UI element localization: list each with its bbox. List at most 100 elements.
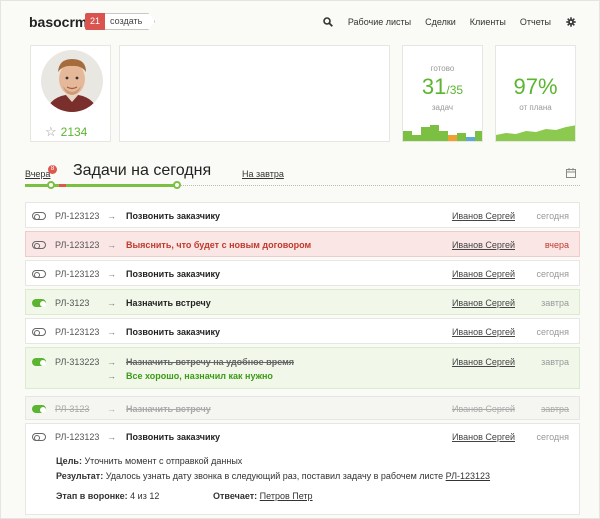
star-icon[interactable]: ☆ bbox=[45, 124, 57, 140]
tasks-done-caption: готово bbox=[430, 64, 455, 73]
task-due: завтра bbox=[541, 357, 569, 367]
plan-card: 97% от плана bbox=[495, 45, 576, 142]
task-owner[interactable]: Иванов Сергей bbox=[452, 430, 515, 444]
task-row[interactable]: РЛ-3123 → Назначить встречу Иванов Серге… bbox=[25, 396, 580, 420]
task-toggle[interactable] bbox=[32, 299, 46, 307]
task-title[interactable]: Позвонить заказчику bbox=[126, 325, 220, 339]
task-toggle[interactable] bbox=[32, 212, 46, 220]
tasks-done-value: 31/35 bbox=[421, 74, 464, 99]
app-logo[interactable]: basocrm bbox=[29, 14, 87, 30]
task-stage: Этап в воронке: 4 из 12 bbox=[56, 491, 160, 501]
nav-clients[interactable]: Клиенты bbox=[470, 17, 506, 27]
task-row[interactable]: РЛ-123123 → Позвонить заказчику Иванов С… bbox=[25, 260, 580, 286]
task-toggle[interactable] bbox=[32, 358, 46, 366]
gear-icon[interactable] bbox=[565, 16, 577, 28]
task-due: завтра bbox=[541, 298, 569, 308]
task-code[interactable]: РЛ-123123 bbox=[55, 209, 99, 223]
task-result-detail: Результат: Удалось узнать дату звонка в … bbox=[56, 471, 491, 481]
task-code[interactable]: РЛ-123123 bbox=[55, 267, 99, 281]
day-track-overdue bbox=[59, 184, 66, 187]
task-code[interactable]: РЛ-3123 bbox=[55, 402, 89, 416]
top-bar: basocrm 21 создать Рабочие листы Сделки … bbox=[1, 1, 599, 43]
task-title[interactable]: Позвонить заказчику bbox=[126, 209, 220, 223]
rating: ☆ 2134 bbox=[45, 124, 87, 140]
task-title[interactable]: Назначить встречу на удобное время bbox=[126, 355, 294, 369]
task-title[interactable]: Назначить встречу bbox=[126, 402, 211, 416]
nav-worksheets[interactable]: Рабочие листы bbox=[348, 17, 411, 27]
plan-value: 97% bbox=[513, 74, 558, 99]
task-row[interactable]: РЛ-123123 → Позвонить заказчику Иванов С… bbox=[25, 318, 580, 344]
task-due: вчера bbox=[544, 240, 569, 250]
task-code[interactable]: РЛ-123123 bbox=[55, 325, 99, 339]
task-code[interactable]: РЛ-313223 bbox=[55, 355, 99, 369]
task-row[interactable]: РЛ-123123 → Выяснить, что будет с новым … bbox=[25, 231, 580, 257]
task-toggle[interactable] bbox=[32, 328, 46, 336]
nav-reports[interactable]: Отчеты bbox=[520, 17, 551, 27]
plan-sub: от плана bbox=[519, 103, 552, 112]
arrow-icon: → bbox=[107, 240, 116, 250]
tasks-done-sub: задач bbox=[431, 103, 454, 112]
plan-chart bbox=[496, 125, 575, 141]
task-owner[interactable]: Иванов Сергей bbox=[452, 296, 515, 310]
task-due: сегодня bbox=[536, 432, 570, 442]
task-toggle[interactable] bbox=[32, 241, 46, 249]
task-owner[interactable]: Иванов Сергей bbox=[452, 267, 515, 281]
create-button[interactable]: 21 создать bbox=[85, 13, 156, 30]
arrow-icon: → bbox=[107, 269, 116, 279]
task-row[interactable]: РЛ-313223 → Назначить встречу на удобное… bbox=[25, 347, 580, 389]
task-toggle[interactable] bbox=[32, 433, 46, 441]
day-marker-yesterday[interactable] bbox=[47, 181, 55, 189]
tasks-done-chart bbox=[403, 125, 482, 141]
responsible-link[interactable]: Петров Петр bbox=[260, 491, 313, 501]
task-row[interactable]: РЛ-3123 → Назначить встречу Иванов Серге… bbox=[25, 289, 580, 315]
day-marker-today[interactable] bbox=[173, 181, 181, 189]
app-window: basocrm 21 создать Рабочие листы Сделки … bbox=[0, 0, 600, 519]
task-code[interactable]: РЛ-123123 bbox=[55, 430, 99, 444]
task-owner[interactable]: Иванов Сергей bbox=[452, 402, 515, 416]
task-goal: Цель: Уточнить момент с отправкой данных bbox=[56, 456, 243, 466]
rating-value: 2134 bbox=[60, 125, 88, 139]
task-owner[interactable]: Иванов Сергей bbox=[452, 325, 515, 339]
task-toggle[interactable] bbox=[32, 270, 46, 278]
arrow-icon: → bbox=[107, 357, 116, 367]
arrow-icon: → bbox=[107, 371, 116, 381]
task-due: сегодня bbox=[536, 211, 570, 221]
info-panel bbox=[119, 45, 390, 142]
task-owner[interactable]: Иванов Сергей bbox=[452, 209, 515, 223]
search-icon[interactable] bbox=[322, 16, 334, 28]
calendar-icon[interactable] bbox=[566, 168, 576, 178]
create-button-label: создать bbox=[105, 13, 156, 30]
task-owner[interactable]: Иванов Сергей bbox=[452, 355, 515, 369]
arrow-icon: → bbox=[107, 432, 116, 442]
arrow-icon: → bbox=[107, 327, 116, 337]
tab-tomorrow[interactable]: На завтра bbox=[242, 169, 284, 179]
task-result: Все хорошо, назначил как нужно bbox=[126, 371, 273, 381]
task-title[interactable]: Выяснить, что будет с новым договором bbox=[126, 238, 311, 252]
arrow-icon: → bbox=[107, 404, 116, 414]
page-title: Задачи на сегодня bbox=[73, 162, 212, 179]
tasks-done-card: готово 31/35 задач bbox=[402, 45, 483, 142]
day-selector: Вчера 8 Задачи на сегодня На завтра bbox=[25, 159, 580, 199]
arrow-icon: → bbox=[107, 298, 116, 308]
avatar[interactable] bbox=[41, 50, 103, 112]
main-nav: Рабочие листы Сделки Клиенты Отчеты bbox=[322, 16, 577, 28]
task-title[interactable]: Назначить встречу bbox=[126, 296, 211, 310]
arrow-icon: → bbox=[107, 211, 116, 221]
task-owner[interactable]: Иванов Сергей bbox=[452, 238, 515, 252]
yesterday-badge: 8 bbox=[48, 165, 57, 174]
create-count-badge: 21 bbox=[85, 13, 106, 30]
task-code[interactable]: РЛ-123123 bbox=[55, 238, 99, 252]
task-toggle[interactable] bbox=[32, 405, 46, 413]
nav-deals[interactable]: Сделки bbox=[425, 17, 456, 27]
task-responsible: Отвечает: Петров Петр bbox=[213, 491, 313, 501]
task-due: сегодня bbox=[536, 327, 570, 337]
task-row[interactable]: РЛ-123123 → Позвонить заказчику Иванов С… bbox=[25, 202, 580, 228]
task-due: завтра bbox=[541, 404, 569, 414]
result-link[interactable]: РЛ-123123 bbox=[446, 471, 490, 481]
tab-yesterday[interactable]: Вчера bbox=[25, 169, 50, 179]
task-row-expanded[interactable]: РЛ-123123 → Позвонить заказчику Иванов С… bbox=[25, 423, 580, 515]
task-due: сегодня bbox=[536, 269, 570, 279]
task-code[interactable]: РЛ-3123 bbox=[55, 296, 89, 310]
task-title[interactable]: Позвонить заказчику bbox=[126, 267, 220, 281]
task-title[interactable]: Позвонить заказчику bbox=[126, 430, 220, 444]
